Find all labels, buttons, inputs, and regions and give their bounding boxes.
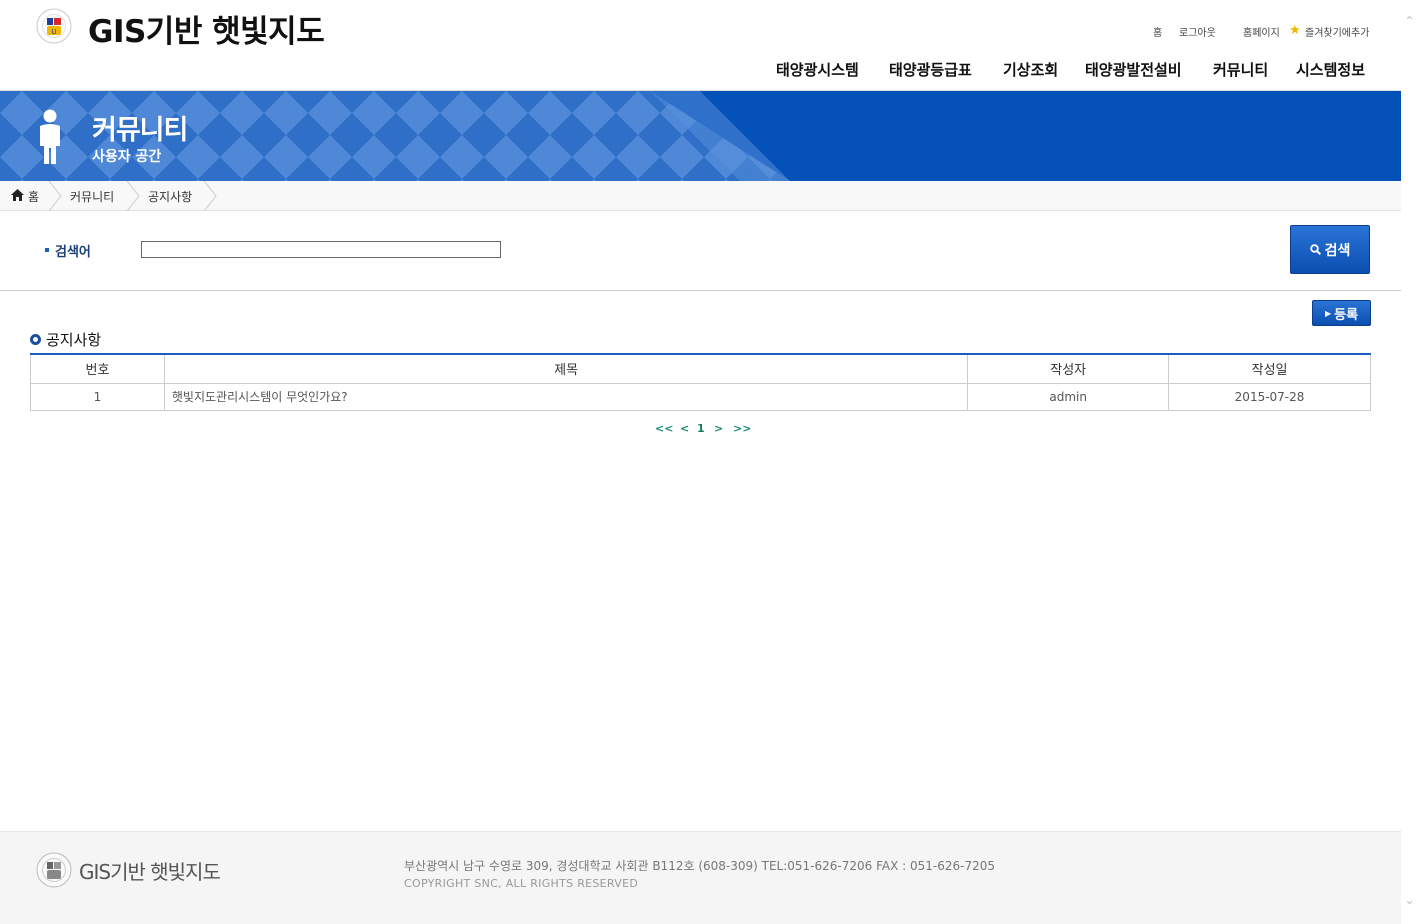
nav-system-info[interactable]: 시스템정보 [1296, 59, 1365, 80]
breadcrumb-community[interactable]: 커뮤니티 [70, 188, 114, 205]
chevron-right-icon [203, 181, 217, 211]
search-button[interactable]: 검색 [1290, 225, 1370, 274]
nav-solar-grade[interactable]: 태양광등급표 [889, 59, 972, 80]
home-icon[interactable] [11, 189, 24, 201]
nav-weather[interactable]: 기상조회 [1003, 59, 1058, 80]
chevron-right-icon [126, 181, 140, 211]
footer-address: 부산광역시 남구 수영로 309, 경성대학교 사회관 B112호 (608-3… [404, 859, 996, 873]
search-area: 검색어 검색 [0, 211, 1401, 291]
chevron-right-icon [48, 181, 62, 211]
util-link-bookmark[interactable]: 즐겨찾기에추가 [1305, 24, 1369, 39]
row-title-link[interactable]: 햇빛지도관리시스템이 무엇인가요? [163, 382, 969, 411]
util-link-home[interactable]: 홈 [1153, 24, 1162, 39]
footer-title: GIS기반 햇빛지도 [79, 860, 221, 884]
footer: GIS기반 햇빛지도 부산광역시 남구 수영로 309, 경성대학교 사회관 B… [0, 831, 1401, 924]
banner-subtitle: 사용자 공간 [92, 149, 162, 165]
nav-solar-system[interactable]: 태양광시스템 [776, 59, 859, 80]
section-title: 공지사항 [30, 329, 101, 350]
scroll-up-icon[interactable]: ⌃ [1404, 15, 1415, 27]
breadcrumb-notice[interactable]: 공지사항 [148, 188, 192, 205]
pagination-first[interactable]: << [655, 422, 673, 435]
util-link-logout[interactable]: 로그아웃 [1179, 24, 1216, 39]
sub-banner: 커뮤니티 사용자 공간 [0, 91, 1401, 181]
column-header-date: 작성일 [1168, 353, 1371, 384]
breadcrumb: 홈 커뮤니티 공지사항 [0, 181, 1401, 211]
nav-solar-facility[interactable]: 태양광발전설비 [1085, 59, 1182, 80]
person-icon [40, 109, 60, 164]
site-title[interactable]: GIS기반 햇빛지도 [88, 6, 325, 51]
table-header-row: 번호 제목 작성자 작성일 [30, 353, 1371, 384]
university-emblem-icon [36, 852, 72, 888]
scrollbar[interactable]: ⌃ ⌄ [1401, 0, 1418, 924]
ring-bullet-icon [30, 334, 41, 345]
register-button[interactable]: ▶ 등록 [1312, 300, 1371, 326]
row-no: 1 [30, 382, 165, 411]
footer-copyright: COPYRIGHT SNC, ALL RIGHTS RESERVED [404, 877, 639, 890]
scroll-down-icon[interactable]: ⌄ [1404, 894, 1415, 906]
search-label: 검색어 [55, 245, 91, 260]
section-title-text: 공지사항 [46, 331, 102, 349]
breadcrumb-home[interactable]: 홈 [28, 188, 39, 205]
university-emblem-icon[interactable]: U [36, 8, 72, 44]
search-input[interactable] [141, 241, 501, 258]
banner-title: 커뮤니티 [92, 115, 188, 146]
register-button-label: 등록 [1334, 307, 1359, 323]
notice-table: 번호 제목 작성자 작성일 1 햇빛지도관리시스템이 무엇인가요? admin … [30, 353, 1371, 411]
pagination-page-1[interactable]: 1 [697, 422, 705, 435]
star-icon: ★ [1289, 23, 1301, 38]
column-header-author: 작성자 [967, 353, 1170, 384]
header: U GIS기반 햇빛지도 홈 로그아웃 홈페이지 ★ 즐겨찾기에추가 태양광시스… [0, 0, 1401, 91]
nav-community[interactable]: 커뮤니티 [1213, 59, 1268, 80]
page: U GIS기반 햇빛지도 홈 로그아웃 홈페이지 ★ 즐겨찾기에추가 태양광시스… [0, 0, 1401, 924]
row-date: 2015-07-28 [1168, 382, 1371, 411]
pagination-last[interactable]: >> [733, 422, 751, 435]
svg-text:U: U [51, 28, 56, 36]
table-row[interactable]: 1 햇빛지도관리시스템이 무엇인가요? admin 2015-07-28 [30, 382, 1371, 411]
util-link-homepage[interactable]: 홈페이지 [1243, 24, 1280, 39]
search-icon [1309, 244, 1321, 255]
caret-right-icon: ▶ [1324, 308, 1332, 318]
column-header-title: 제목 [163, 353, 969, 384]
row-author: admin [967, 382, 1170, 411]
search-button-label: 검색 [1324, 242, 1351, 259]
pagination-prev[interactable]: < [680, 422, 689, 435]
pagination-next[interactable]: > [714, 422, 723, 435]
column-header-no: 번호 [30, 353, 165, 384]
bullet-icon [45, 248, 49, 252]
